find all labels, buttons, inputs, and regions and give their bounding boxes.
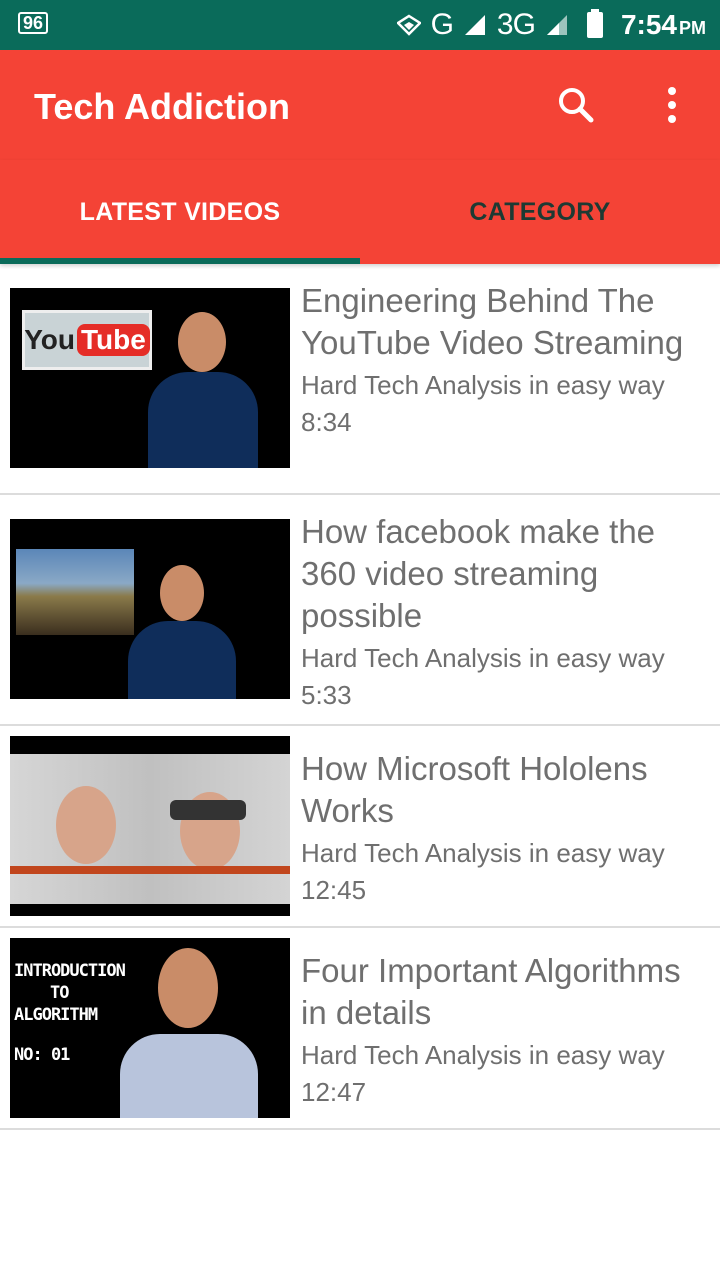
clock-ampm: PM <box>679 18 706 38</box>
network-3g-label: 3G <box>496 8 536 41</box>
status-bar: 96 G 3G 7:54 PM <box>0 0 720 50</box>
video-channel: Hard Tech Analysis in easy way <box>301 643 665 673</box>
signal-icon <box>464 15 485 35</box>
app-bar: Tech Addiction <box>0 50 720 160</box>
video-duration: 12:47 <box>301 1077 367 1107</box>
video-row[interactable]: You Tube Engineering Behind The YouTube V… <box>0 264 720 495</box>
network-g-label: G <box>430 8 454 41</box>
person-body <box>128 621 236 699</box>
video-thumbnail[interactable]: INTRODUCTION TO ALGORITHM NO: 01 <box>10 938 290 1118</box>
video-info: Four Important Algorithms in details Har… <box>301 950 711 1109</box>
video-row[interactable]: How Microsoft Hololens Works Hard Tech A… <box>0 726 720 928</box>
app-title: Tech Addiction <box>34 86 290 127</box>
person-head <box>56 786 116 864</box>
thumbnail-line: ALGORITHM <box>14 1005 98 1025</box>
youtube-logo-tube: Tube <box>77 324 150 356</box>
video-info: How Microsoft Hololens Works Hard Tech A… <box>301 748 711 907</box>
clock: 7:54 PM <box>621 9 706 41</box>
person-head <box>178 312 226 372</box>
tab-bar: LATEST VIDEOS CATEGORY <box>0 160 720 264</box>
video-thumbnail[interactable]: You Tube <box>10 288 290 468</box>
video-info: Engineering Behind The YouTube Video Str… <box>301 280 711 439</box>
tab-latest-videos[interactable]: LATEST VIDEOS <box>0 160 360 264</box>
video-duration: 8:34 <box>301 407 352 437</box>
person-body <box>148 372 258 468</box>
video-channel: Hard Tech Analysis in easy way <box>301 1040 665 1070</box>
video-thumbnail[interactable] <box>10 519 290 699</box>
video-channel: Hard Tech Analysis in easy way <box>301 838 665 868</box>
video-info: How facebook make the 360 video streamin… <box>301 511 711 712</box>
person-body <box>120 1034 258 1118</box>
tab-category[interactable]: CATEGORY <box>360 160 720 264</box>
clock-time: 7:54 <box>620 9 677 40</box>
video-title: Four Important Algorithms in details <box>301 952 681 1031</box>
video-duration: 12:45 <box>301 875 367 905</box>
hololens-headset <box>170 800 246 820</box>
notification-badge: 96 <box>18 12 49 34</box>
signal-icon-2 <box>546 15 567 35</box>
more-vert-icon[interactable] <box>652 85 692 125</box>
person-head <box>160 565 204 621</box>
youtube-logo: You Tube <box>22 310 152 370</box>
video-title: How facebook make the 360 video streamin… <box>301 513 656 634</box>
thumbnail-caption-bar <box>10 866 290 874</box>
wifi-icon <box>396 14 421 36</box>
youtube-logo-you: You <box>24 324 75 355</box>
thumbnail-line: NO: 01 <box>14 1045 70 1065</box>
search-icon[interactable] <box>556 85 596 125</box>
battery-icon <box>586 9 603 38</box>
thumbnail-line: TO <box>50 983 69 1003</box>
thumbnail-line: INTRODUCTION <box>14 961 126 981</box>
video-title: How Microsoft Hololens Works <box>301 750 648 829</box>
scene-image <box>10 754 290 904</box>
person-head <box>158 948 218 1028</box>
video-title: Engineering Behind The YouTube Video Str… <box>301 282 684 361</box>
video-channel: Hard Tech Analysis in easy way <box>301 370 665 400</box>
video-row[interactable]: How facebook make the 360 video streamin… <box>0 495 720 726</box>
video-thumbnail[interactable] <box>10 736 290 916</box>
thumbnail-text: INTRODUCTION TO ALGORITHM NO: 01 <box>14 960 126 1066</box>
video-row[interactable]: INTRODUCTION TO ALGORITHM NO: 01 Four Im… <box>0 928 720 1130</box>
video-duration: 5:33 <box>301 680 352 710</box>
scene-image <box>16 549 134 635</box>
